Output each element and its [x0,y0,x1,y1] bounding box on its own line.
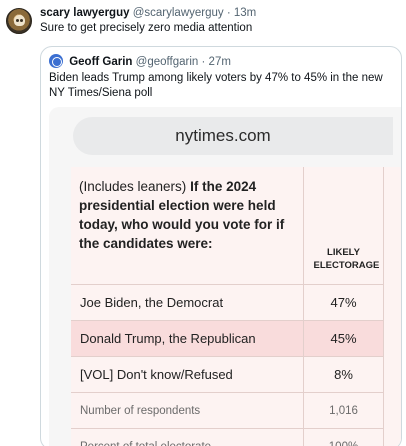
quoted-avatar [49,54,63,68]
table-row: Joe Biden, the Democrat 47% [71,284,383,321]
table-row: Number of respondents 1,016 [71,392,383,429]
quoted-author-handle: @geoffgarin [135,56,199,68]
column-header: LIKELY ELECTORAGE [303,167,383,284]
quoted-author-name: Geoff Garin [69,56,133,68]
author-handle[interactable]: @scarylawyerguy [133,7,224,19]
quoted-header: Geoff Garin @geoffgarin · 27m [49,54,231,68]
question-prefix: (Includes leaners) [79,179,187,194]
row-label: Number of respondents [80,405,201,417]
row-value: 45% [303,321,383,357]
row-label: [VOL] Don't know/Refused [80,367,233,382]
quoted-time: 27m [208,56,231,68]
author-name[interactable]: scary lawyerguy [40,7,130,19]
browser-url-bar: nytimes.com [73,117,393,155]
quoted-text: Biden leads Trump among likely voters by… [49,72,383,99]
url-text: nytimes.com [175,126,271,145]
row-label: Donald Trump, the Republican [80,331,256,346]
tweet-header: scary lawyerguy @scarylawyerguy · 13m [40,7,256,19]
row-value: 1,016 [303,393,383,429]
row-label: Percent of total electorate [80,429,211,446]
tweet-text: Sure to get precisely zero media attenti… [40,22,253,34]
quoted-media-image[interactable]: nytimes.com (Includes leaners) If the 20… [49,107,401,446]
tweet[interactable]: scary lawyerguy @scarylawyerguy · 13m Su… [0,0,406,446]
dot-separator: · [226,7,231,19]
author-avatar[interactable] [6,8,32,34]
table-row: Percent of total electorate 100% [71,428,383,446]
poll-table: (Includes leaners) If the 2024 president… [71,167,401,446]
table-row: Donald Trump, the Republican 45% [71,320,383,357]
tweet-time[interactable]: 13m [234,7,256,19]
skull-icon [14,15,25,26]
row-value: 8% [303,357,383,393]
quoted-tweet[interactable]: Geoff Garin @geoffgarin · 27m Biden lead… [40,46,402,446]
row-value: 100% [303,429,383,446]
table-row: [VOL] Don't know/Refused 8% [71,356,383,393]
poll-question: (Includes leaners) If the 2024 president… [71,167,303,284]
column-edge [383,167,401,446]
row-value: 47% [303,285,383,321]
row-label: Joe Biden, the Democrat [80,295,224,310]
dot-separator: · [201,56,206,68]
